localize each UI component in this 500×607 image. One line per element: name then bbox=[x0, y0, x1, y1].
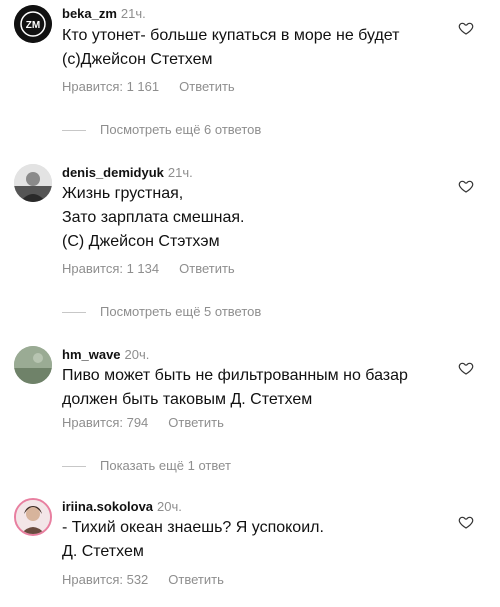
timestamp: 20ч. bbox=[157, 499, 182, 514]
avatar-photo-icon bbox=[14, 164, 52, 202]
timestamp: 21ч. bbox=[120, 6, 146, 21]
avatar[interactable] bbox=[14, 164, 52, 202]
likes-count[interactable]: Нравится: 1 134 bbox=[62, 261, 159, 276]
avatar-logo-icon: ZM bbox=[14, 5, 52, 43]
comment-actions: Нравится: 794 Ответить bbox=[62, 415, 224, 430]
username[interactable]: hm_wave bbox=[62, 347, 121, 362]
comment-header: denis_demidyuk 21ч. bbox=[62, 165, 193, 180]
username[interactable]: beka_zm bbox=[62, 6, 117, 21]
comment-header: beka_zm 21ч. bbox=[62, 6, 146, 21]
svg-text:ZM: ZM bbox=[26, 20, 40, 31]
divider-line bbox=[62, 130, 86, 132]
comment-actions: Нравится: 532 Ответить bbox=[62, 572, 224, 587]
view-more-replies-label: Посмотреть ещё 5 ответов bbox=[100, 304, 262, 319]
avatar[interactable]: ZM bbox=[14, 5, 52, 43]
heart-outline-icon[interactable] bbox=[458, 514, 474, 530]
view-more-replies[interactable]: Показать ещё 1 ответ bbox=[62, 458, 231, 473]
heart-outline-icon[interactable] bbox=[458, 20, 474, 36]
reply-button[interactable]: Ответить bbox=[168, 415, 224, 430]
avatar[interactable] bbox=[14, 346, 52, 384]
view-more-replies-label: Показать ещё 1 ответ bbox=[100, 458, 231, 473]
reply-button[interactable]: Ответить bbox=[179, 261, 235, 276]
avatar-photo-icon bbox=[14, 346, 52, 384]
comment-actions: Нравится: 1 134 Ответить bbox=[62, 261, 235, 276]
timestamp: 20ч. bbox=[124, 347, 150, 362]
likes-count[interactable]: Нравится: 794 bbox=[62, 415, 148, 430]
reply-button[interactable]: Ответить bbox=[179, 79, 235, 94]
heart-outline-icon[interactable] bbox=[458, 178, 474, 194]
username[interactable]: iriina.sokolova bbox=[62, 499, 153, 514]
comment-text: Жизнь грустная, Зато зарплата смешная. (… bbox=[62, 185, 245, 250]
likes-count[interactable]: Нравится: 1 161 bbox=[62, 79, 159, 94]
comment-header: iriina.sokolova 20ч. bbox=[62, 499, 182, 514]
timestamp: 21ч. bbox=[167, 165, 193, 180]
comment-actions: Нравится: 1 161 Ответить bbox=[62, 79, 235, 94]
comment-text: - Тихий океан знаешь? Я успокоил. Д. Сте… bbox=[62, 519, 324, 560]
view-more-replies[interactable]: Посмотреть ещё 5 ответов bbox=[62, 304, 261, 319]
likes-count[interactable]: Нравится: 532 bbox=[62, 572, 148, 587]
view-more-replies-label: Посмотреть ещё 6 ответов bbox=[100, 122, 262, 137]
view-more-replies[interactable]: Посмотреть ещё 6 ответов bbox=[62, 122, 261, 137]
username[interactable]: denis_demidyuk bbox=[62, 165, 164, 180]
reply-button[interactable]: Ответить bbox=[168, 572, 224, 587]
divider-line bbox=[62, 466, 86, 468]
comment-header: hm_wave 20ч. bbox=[62, 347, 149, 362]
comment-text: Кто утонет- больше купаться в море не бу… bbox=[62, 27, 400, 68]
avatar-photo-icon bbox=[16, 500, 50, 534]
comment-text: Пиво может быть не фильтрованным но база… bbox=[62, 367, 408, 408]
heart-outline-icon[interactable] bbox=[458, 360, 474, 376]
divider-line bbox=[62, 312, 86, 314]
avatar[interactable] bbox=[14, 498, 52, 536]
